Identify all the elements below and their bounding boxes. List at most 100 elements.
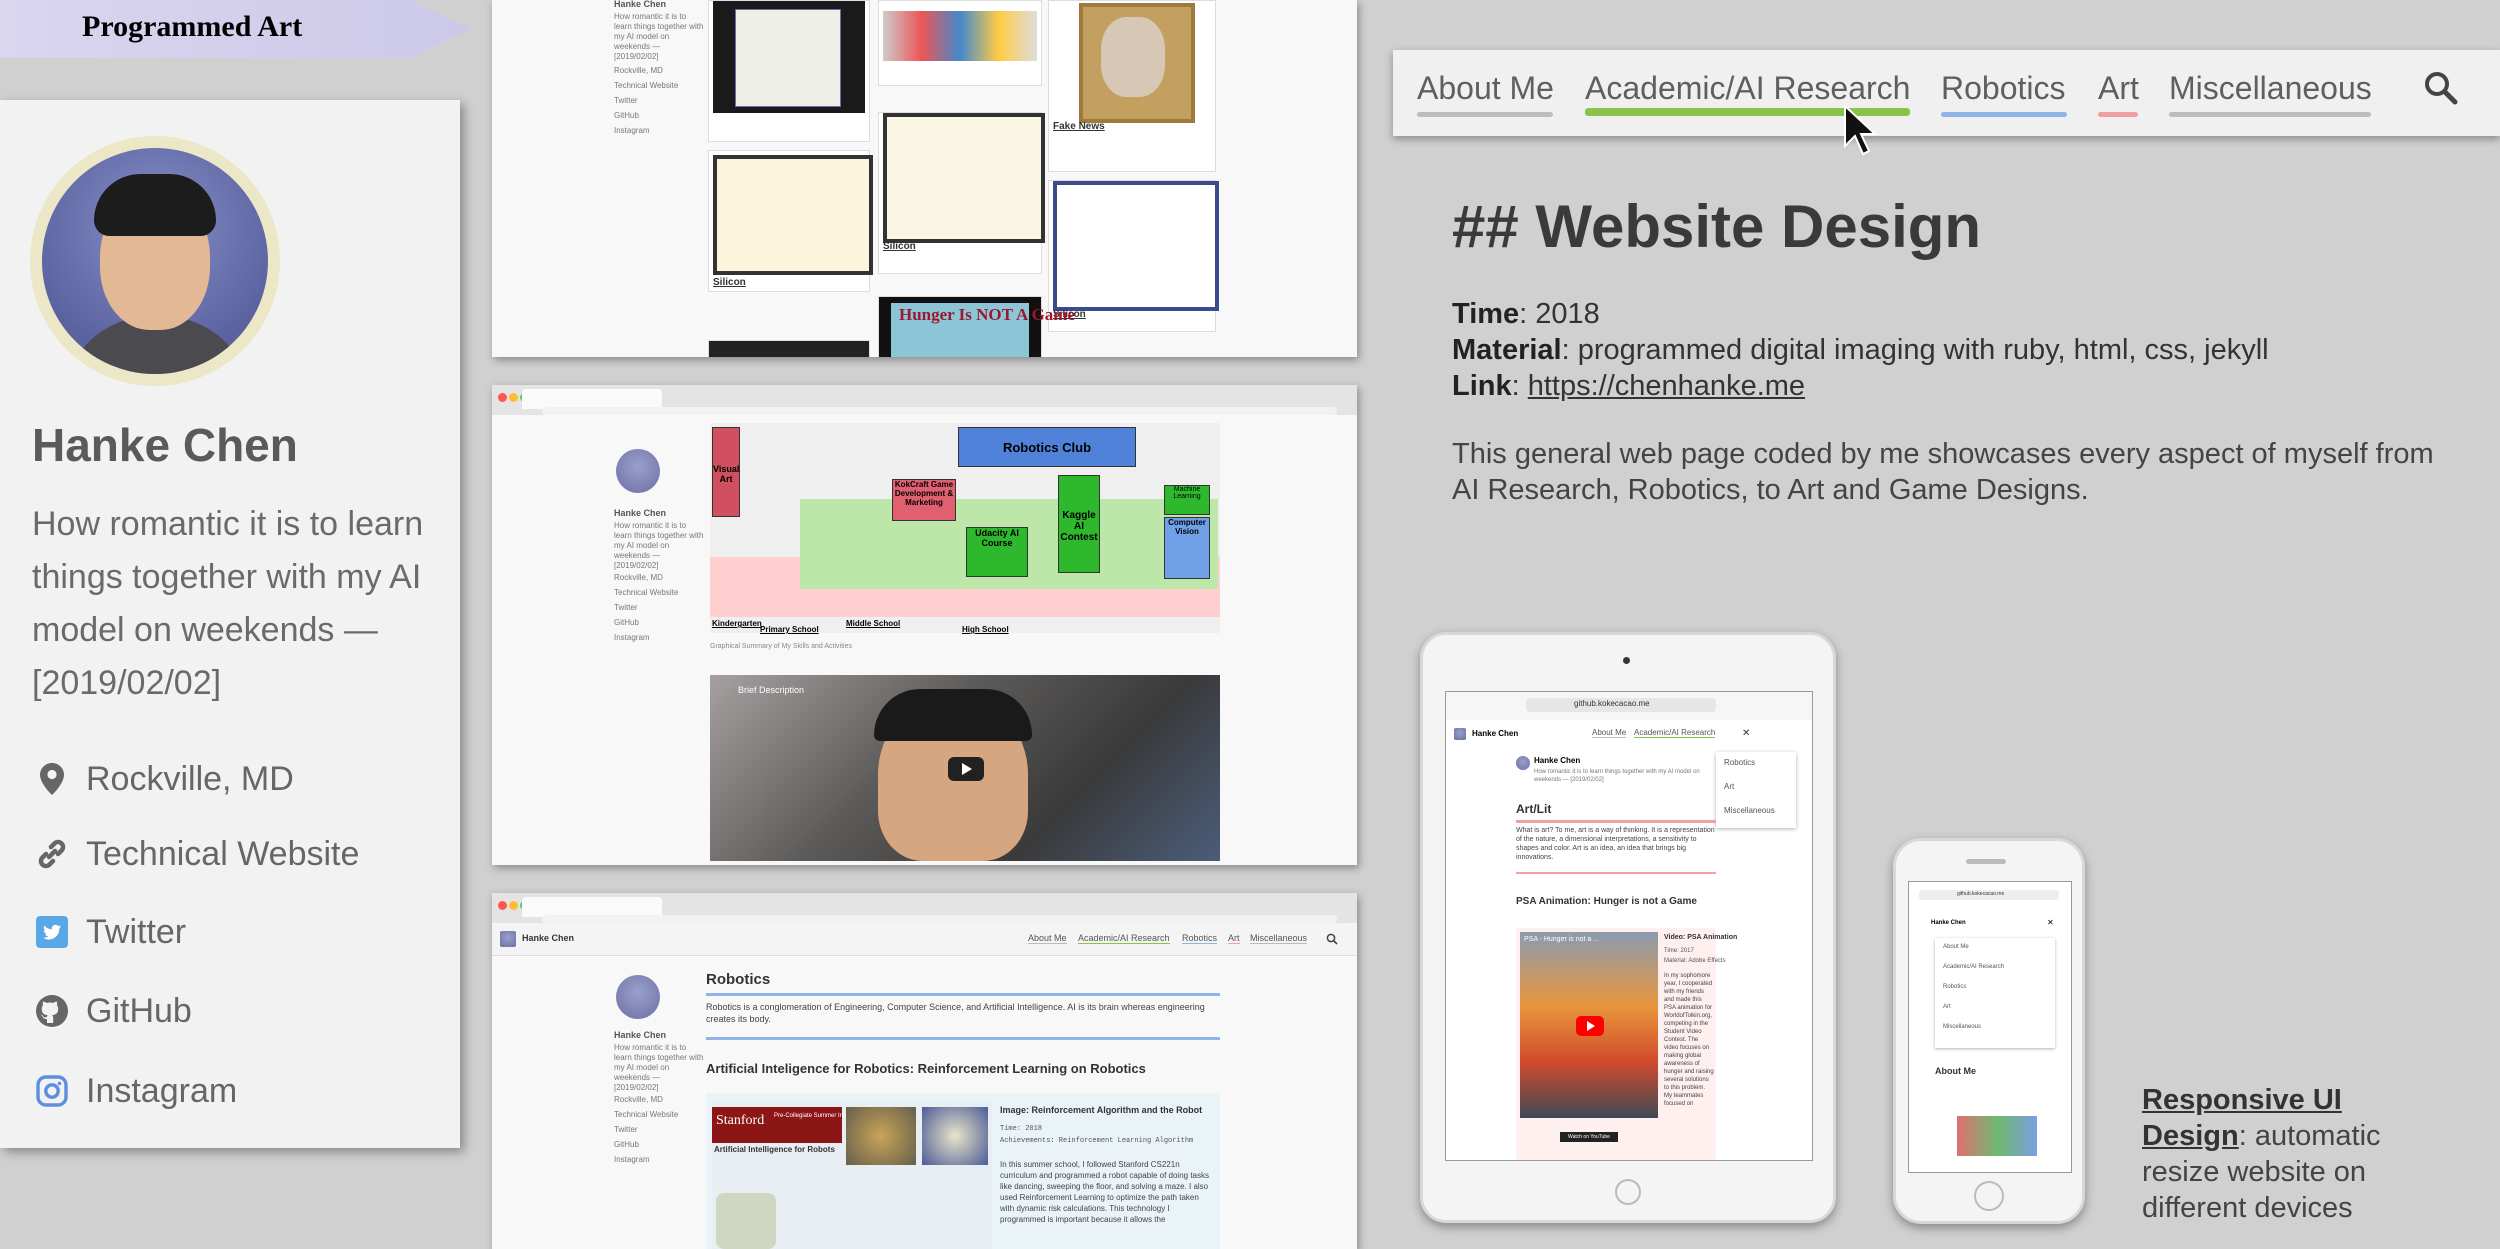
ipad-section-text: What is art? To me, art is a way of thin… <box>1516 827 1715 861</box>
gallery-tile[interactable]: Silicon <box>878 112 1045 274</box>
ipad-video-material: Material: Adobe Effects <box>1664 958 1726 964</box>
location-label: Rockville, MD <box>86 759 294 798</box>
diagram-box: KokCraft Game Development & Marketing <box>892 479 956 521</box>
shot1-link: Instagram <box>614 126 650 135</box>
nav-miscellaneous[interactable]: Miscellaneous <box>2169 70 2372 107</box>
time-value: 2018 <box>1535 298 1600 330</box>
nav-academic-ai-research[interactable]: Academic/AI Research <box>1585 70 1910 107</box>
github-link[interactable]: GitHub <box>32 991 192 1031</box>
shot2-link: Instagram <box>614 633 650 642</box>
watch-on-youtube-button[interactable]: Watch on YouTube <box>1560 1132 1618 1142</box>
nav-art[interactable]: Art <box>2098 70 2139 107</box>
ipad-url[interactable]: github.kokecacao.me <box>1574 699 1650 708</box>
diagram-caption: Graphical Summary of My Skills and Activ… <box>710 643 852 650</box>
mini-nav-item[interactable]: Robotics <box>1182 933 1218 944</box>
nav-underline <box>1417 112 1553 117</box>
ipad-nav-item[interactable]: Academic/AI Research <box>1634 728 1716 738</box>
gallery-tile[interactable]: Hunger Is NOT A Game <box>878 296 1075 357</box>
iphone-menu-item[interactable]: Academic/AI Research <box>1943 964 2004 970</box>
ipad-section-title: Art/Lit <box>1516 802 1552 816</box>
shot3-link: Technical Website <box>614 1110 679 1119</box>
profile-name: Hanke Chen <box>32 419 298 471</box>
shot2-link: Twitter <box>614 603 638 612</box>
mini-nav-item[interactable]: About Me <box>1028 933 1067 944</box>
iphone-menu-item[interactable]: About Me <box>1943 944 1969 950</box>
iphone-url[interactable]: github.kokecacao.me <box>1957 891 2004 897</box>
gallery-tile[interactable]: Fake News <box>1048 0 1216 172</box>
instagram-link[interactable]: Instagram <box>32 1071 237 1111</box>
ipad-video-text: In my sophomore year, I cooperated with … <box>1664 973 1714 1107</box>
ipad-video[interactable]: PSA - Hunger is not a ... <box>1520 932 1658 1118</box>
shot3-link: Twitter <box>614 1125 638 1134</box>
gallery-tile[interactable]: Silicon <box>708 150 873 292</box>
play-icon[interactable] <box>948 757 984 781</box>
intro-video[interactable]: Brief Description <box>710 675 1220 861</box>
ipad-video-title: Video: PSA Animation <box>1664 934 1738 941</box>
mini-nav-item[interactable]: Miscellaneous <box>1250 933 1308 944</box>
nav-robotics[interactable]: Robotics <box>1941 70 2066 107</box>
iphone-menu-item[interactable]: Miscellaneous <box>1943 1024 1981 1030</box>
ipad-profile-bio: How romantic it is to learn things toget… <box>1534 769 1700 783</box>
close-icon[interactable]: ✕ <box>1742 728 1750 739</box>
link-label: Link <box>1452 370 1512 402</box>
diagram-box: Robotics Club <box>958 427 1136 467</box>
home-button[interactable] <box>1615 1179 1641 1205</box>
tile-title: Silicon <box>713 277 746 288</box>
avatar-hair <box>94 174 216 236</box>
mini-nav-item[interactable]: Art <box>1228 933 1240 944</box>
gallery-screenshot: Hanke Chen How romantic it is to learn t… <box>492 0 1357 357</box>
ipad-subsection-title: PSA Animation: Hunger is not a Game <box>1516 896 1697 907</box>
shot3-name: Hanke Chen <box>614 1030 667 1040</box>
play-icon[interactable] <box>1576 1016 1604 1036</box>
technical-website-label: Technical Website <box>86 834 360 873</box>
ipad-site-name[interactable]: Hanke Chen <box>1472 729 1518 738</box>
website-link[interactable]: https://chenhanke.me <box>1528 370 1805 402</box>
shot1-bio: How romantic it is to learn things toget… <box>614 12 704 61</box>
iphone-mockup: github.kokecacao.me Hanke Chen ✕ About M… <box>1893 838 2085 1224</box>
iphone-section-title: About Me <box>1935 1066 1976 1076</box>
tile-title: Silicon <box>883 241 916 252</box>
diagram-box: Kaggle AI Contest <box>1058 475 1100 573</box>
browser-chrome <box>492 385 1357 415</box>
dropdown-item[interactable]: Miscellaneous <box>1724 806 1775 815</box>
mini-site-name[interactable]: Hanke Chen <box>522 933 574 943</box>
iphone-site-name[interactable]: Hanke Chen <box>1931 920 1966 926</box>
gallery-tile[interactable] <box>708 0 870 142</box>
banner-title: Programmed Art <box>82 10 303 43</box>
material-label: Material <box>1452 334 1562 366</box>
dropdown-item[interactable]: Art <box>1724 782 1734 791</box>
responsive-caption: Responsive UI Design: automatic resize w… <box>2142 1084 2381 1224</box>
shot3-link: GitHub <box>614 1140 639 1149</box>
shot1-link: Technical Website <box>614 81 679 90</box>
search-icon[interactable] <box>2423 70 2459 111</box>
gallery-tile[interactable] <box>878 0 1042 86</box>
ipad-nav-item[interactable]: About Me <box>1592 728 1627 738</box>
shot3-link: Rockville, MD <box>614 1095 663 1104</box>
nav-underline <box>2098 112 2138 117</box>
robotics-text: Robotics is a conglomeration of Engineer… <box>706 1002 1205 1024</box>
diagram-box: Visual Art <box>712 427 740 517</box>
github-label: GitHub <box>86 991 192 1030</box>
diagram-stage: Kindergarten <box>712 619 762 628</box>
map-pin-icon <box>32 759 72 799</box>
card-title: Image: Reinforcement Algorithm and the R… <box>1000 1105 1203 1115</box>
twitter-link[interactable]: Twitter <box>32 912 186 952</box>
nav-about-me[interactable]: About Me <box>1417 70 1554 107</box>
shot2-link: Rockville, MD <box>614 573 663 582</box>
page-heading: ## Website Design <box>1452 193 1982 260</box>
iphone-menu-item[interactable]: Art <box>1943 1004 1951 1010</box>
close-icon[interactable]: ✕ <box>2047 918 2054 927</box>
diagram-stage: Middle School <box>846 619 901 628</box>
dropdown-item[interactable]: Robotics <box>1724 758 1755 767</box>
time-label: Time <box>1452 298 1520 330</box>
search-icon[interactable] <box>1326 932 1338 950</box>
iphone-menu-item[interactable]: Robotics <box>1943 984 1966 990</box>
shot2-link: Technical Website <box>614 588 679 597</box>
robotics-subtitle: Artificial Inteligence for Robotics: Rei… <box>706 1061 1146 1076</box>
mini-nav-item[interactable]: Academic/AI Research <box>1078 933 1170 944</box>
github-icon <box>32 991 72 1031</box>
technical-website-link[interactable]: Technical Website <box>32 834 359 874</box>
gallery-tile[interactable] <box>708 340 870 357</box>
profile-card: Hanke Chen How romantic it is to learn t… <box>0 100 460 1148</box>
home-button[interactable] <box>1974 1181 2004 1211</box>
